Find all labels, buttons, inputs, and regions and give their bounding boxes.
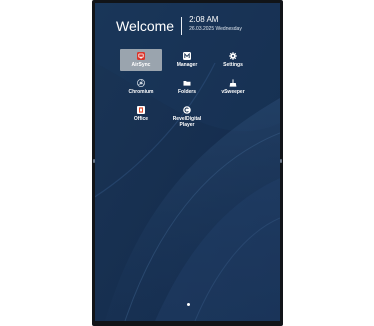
app-tile-settings[interactable]: Settings — [212, 49, 254, 71]
app-label: Manager — [176, 62, 198, 68]
reveldigital-icon — [183, 106, 191, 114]
app-tile-chromium[interactable]: Chromium — [120, 76, 162, 98]
airsync-icon — [137, 52, 145, 60]
gear-icon — [229, 52, 237, 60]
welcome-header: Welcome 2:08 AM 26.03.2025 Wednesday — [116, 15, 242, 41]
app-label: Folders — [177, 89, 197, 95]
app-tile-office[interactable]: Office — [120, 103, 162, 125]
office-icon — [137, 106, 145, 114]
app-label: vSweeper — [221, 89, 245, 95]
app-label: Settings — [223, 62, 243, 68]
app-label: Office — [133, 116, 149, 122]
broom-icon — [229, 79, 237, 87]
folder-icon — [183, 79, 191, 87]
clock: 2:08 AM 26.03.2025 Wednesday — [189, 15, 242, 33]
page-indicator-dot — [187, 303, 190, 306]
home-screen: Welcome 2:08 AM 26.03.2025 Wednesday Air… — [95, 3, 280, 321]
app-tile-folders[interactable]: Folders — [166, 76, 208, 98]
clock-date: 26.03.2025 Wednesday — [189, 26, 242, 32]
display-frame: Welcome 2:08 AM 26.03.2025 Wednesday Air… — [92, 0, 283, 326]
manager-icon — [183, 52, 191, 60]
welcome-title: Welcome — [116, 18, 175, 34]
app-label: Chromium — [128, 89, 154, 95]
app-label-line2: Player — [179, 122, 195, 128]
app-label: AirSync — [131, 62, 151, 68]
app-tile-vsweeper[interactable]: vSweeper — [212, 76, 254, 98]
app-tile-reveldigital-player[interactable]: RevelDigital Player — [166, 103, 208, 131]
app-tile-airsync[interactable]: AirSync — [120, 49, 162, 71]
app-tile-manager[interactable]: Manager — [166, 49, 208, 71]
frame-side-marker — [280, 159, 282, 163]
header-divider — [181, 17, 183, 35]
chromium-icon — [137, 79, 145, 87]
clock-time: 2:08 AM — [189, 15, 219, 24]
